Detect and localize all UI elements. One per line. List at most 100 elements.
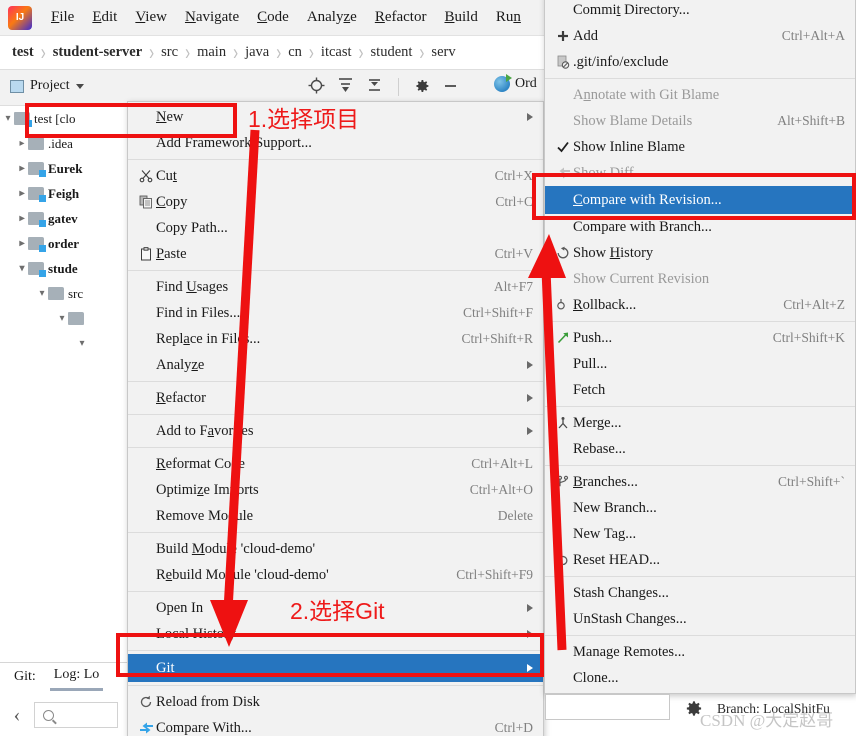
menu-item-rebuild-module[interactable]: Rebuild Module 'cloud-demo' Ctrl+Shift+F…: [128, 562, 543, 588]
breadcrumb-item-5[interactable]: cn: [288, 44, 302, 61]
menu-item-new-branch[interactable]: New Branch...: [545, 495, 855, 521]
tree-row[interactable]: ▸ Eurek: [0, 156, 127, 181]
chevron-right-icon[interactable]: ▸: [16, 188, 28, 199]
menu-item-push[interactable]: Push... Ctrl+Shift+K: [545, 325, 855, 351]
breadcrumb-item-2[interactable]: src: [161, 44, 178, 61]
menu-item-show-history[interactable]: Show History: [545, 240, 855, 266]
breadcrumb-item-3[interactable]: main: [197, 44, 226, 61]
menu-item-reset-head[interactable]: Reset HEAD...: [545, 547, 855, 573]
editor-tab-ord[interactable]: Ord: [494, 74, 537, 92]
menu-item-fetch[interactable]: Fetch: [545, 377, 855, 403]
menu-item-copy-path[interactable]: Copy Path...: [128, 215, 543, 241]
menu-item-compare-with[interactable]: Compare With... Ctrl+D: [128, 715, 543, 736]
tree-row[interactable]: ▾: [0, 306, 127, 331]
collapse-all-icon[interactable]: [366, 77, 383, 97]
breadcrumb-item-4[interactable]: java: [245, 44, 269, 61]
menu-item-merge[interactable]: Merge...: [545, 410, 855, 436]
menu-item-refactor[interactable]: Refactor: [128, 385, 543, 411]
menu-item-find-in-files[interactable]: Find in Files... Ctrl+Shift+F: [128, 300, 543, 326]
tree-row[interactable]: ▾ test [clo: [0, 106, 127, 131]
breadcrumb-item-7[interactable]: student: [371, 44, 413, 61]
menu-item-git[interactable]: Git: [128, 654, 543, 682]
chevron-down-icon[interactable]: ▾: [2, 113, 14, 124]
menu-item-cut[interactable]: Cut Ctrl+X: [128, 163, 543, 189]
tree-item-label: stude: [48, 260, 78, 276]
menu-item-unstash-changes[interactable]: UnStash Changes...: [545, 606, 855, 632]
menu-item-rollback[interactable]: Rollback... Ctrl+Alt+Z: [545, 292, 855, 318]
chevron-down-icon[interactable]: [75, 83, 84, 89]
menu-refactor[interactable]: Refactor: [366, 7, 436, 28]
menu-navigate[interactable]: Navigate: [176, 7, 248, 28]
menu-item-new-tag[interactable]: New Tag...: [545, 521, 855, 547]
menu-item-rebase[interactable]: Rebase...: [545, 436, 855, 462]
menu-item-add[interactable]: Add Ctrl+Alt+A: [545, 23, 855, 49]
menu-item-branches[interactable]: Branches... Ctrl+Shift+`: [545, 469, 855, 495]
project-tree[interactable]: ▾ test [clo ▸ .idea ▸ Eurek ▸ Feigh ▸ ga…: [0, 106, 128, 662]
breadcrumb-item-1[interactable]: student-server: [53, 44, 142, 61]
menu-item-add-to-favorites[interactable]: Add to Favorites: [128, 418, 543, 444]
chevron-right-icon[interactable]: ▸: [16, 213, 28, 224]
tree-row[interactable]: ▾ stude: [0, 256, 127, 281]
chevron-down-icon[interactable]: ▾: [56, 313, 68, 324]
menu-item-local-history[interactable]: Local History: [128, 621, 543, 647]
tree-row[interactable]: ▸ order: [0, 231, 127, 256]
menu-item-build-module[interactable]: Build Module 'cloud-demo': [128, 536, 543, 562]
folder-icon: [68, 312, 84, 325]
menu-item-reformat-code[interactable]: Reformat Code Ctrl+Alt+L: [128, 451, 543, 477]
tree-row[interactable]: ▾: [0, 331, 127, 356]
minimize-icon[interactable]: [442, 77, 459, 97]
tree-row[interactable]: ▸ .idea: [0, 131, 127, 156]
breadcrumb-item-8[interactable]: serv: [431, 44, 455, 61]
back-chevron-icon[interactable]: ‹: [0, 704, 34, 727]
menu-item-find-usages[interactable]: Find Usages Alt+F7: [128, 274, 543, 300]
menu-item-stash-changes[interactable]: Stash Changes...: [545, 580, 855, 606]
chevron-down-icon[interactable]: ▾: [76, 338, 88, 349]
menu-item-pull[interactable]: Pull...: [545, 351, 855, 377]
menu-item-commit-directory[interactable]: Commit Directory...: [545, 0, 855, 23]
rollback-icon: [553, 298, 573, 312]
locate-icon[interactable]: [308, 77, 325, 97]
git-log-search-input[interactable]: [34, 702, 118, 728]
menu-item-analyze[interactable]: Analyze: [128, 352, 543, 378]
expand-all-icon[interactable]: [337, 77, 354, 97]
menu-item-new[interactable]: New: [128, 104, 543, 130]
menu-item-replace-in-files[interactable]: Replace in Files... Ctrl+Shift+R: [128, 326, 543, 352]
menu-item-add-framework-support[interactable]: Add Framework Support...: [128, 130, 543, 156]
menu-item-compare-with-branch[interactable]: Compare with Branch...: [545, 214, 855, 240]
chevron-right-icon[interactable]: ▸: [16, 163, 28, 174]
menu-item-manage-remotes[interactable]: Manage Remotes...: [545, 639, 855, 665]
tree-row[interactable]: ▸ gatev: [0, 206, 127, 231]
branch-filter-input[interactable]: [545, 694, 670, 720]
menu-item-copy[interactable]: Copy Ctrl+C: [128, 189, 543, 215]
menu-analyze[interactable]: Analyze: [298, 7, 366, 28]
chevron-right-icon[interactable]: ▸: [16, 138, 28, 149]
menu-item-compare-with-revision[interactable]: Compare with Revision...: [545, 186, 855, 214]
tab-log[interactable]: Log: Lo: [49, 667, 103, 691]
breadcrumb-item-0[interactable]: test: [12, 44, 34, 61]
project-tool-window-title[interactable]: Project: [10, 78, 84, 94]
chevron-down-icon[interactable]: ▾: [36, 288, 48, 299]
tree-row[interactable]: ▸ Feigh: [0, 181, 127, 206]
submenu-arrow-icon: [527, 361, 533, 369]
breadcrumb-item-6[interactable]: itcast: [321, 44, 352, 61]
menu-item-label: Clone...: [573, 669, 619, 686]
menu-item-remove-module[interactable]: Remove Module Delete: [128, 503, 543, 529]
menu-item-open-in[interactable]: Open In: [128, 595, 543, 621]
menu-edit[interactable]: Edit: [83, 7, 126, 28]
menu-view[interactable]: View: [126, 7, 176, 28]
menu-item-paste[interactable]: Paste Ctrl+V: [128, 241, 543, 267]
menu-item-optimize-imports[interactable]: Optimize Imports Ctrl+Alt+O: [128, 477, 543, 503]
menu-item-show-inline-blame[interactable]: Show Inline Blame: [545, 134, 855, 160]
chevron-right-icon[interactable]: ▸: [16, 238, 28, 249]
gear-icon[interactable]: [414, 78, 430, 97]
tree-row[interactable]: ▾ src: [0, 281, 127, 306]
menu-code[interactable]: Code: [248, 7, 298, 28]
menu-item-clone[interactable]: Clone...: [545, 665, 855, 691]
menu-file[interactable]: File: [42, 7, 83, 28]
menu-item-git-info-exclude[interactable]: .git/info/exclude: [545, 49, 855, 75]
menu-item-reload-from-disk[interactable]: Reload from Disk: [128, 689, 543, 715]
menu-item-label: Stash Changes...: [573, 584, 669, 601]
chevron-down-icon[interactable]: ▾: [16, 263, 28, 274]
menu-run[interactable]: Run: [487, 7, 530, 28]
menu-build[interactable]: Build: [435, 7, 486, 28]
